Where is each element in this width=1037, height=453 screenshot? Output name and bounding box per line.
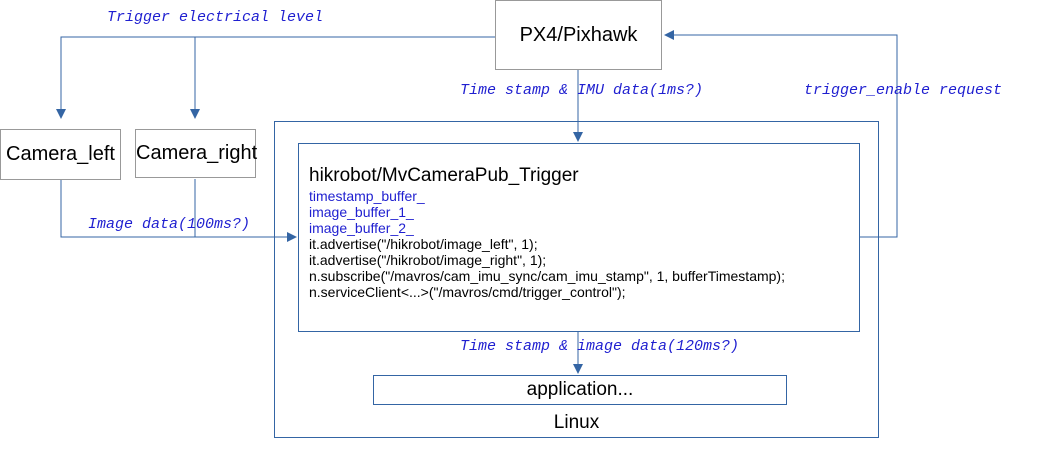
node-code: timestamp_buffer_ image_buffer_1_ image_…: [309, 188, 785, 300]
application-label: application...: [526, 379, 634, 400]
camera-left-box: Camera_left: [0, 129, 121, 180]
mvcamerapub-node-box: hikrobot/MvCameraPub_Trigger timestamp_b…: [298, 143, 860, 332]
trigger-enable-label: trigger_enable request: [804, 82, 1003, 99]
node-title: hikrobot/MvCameraPub_Trigger: [309, 165, 579, 186]
application-box: application...: [373, 375, 787, 405]
camera-left-label: Camera_left: [6, 143, 115, 165]
advertise-left-line: it.advertise("/hikrobot/image_left", 1);: [309, 236, 538, 252]
px4-pixhawk-box: PX4/Pixhawk: [495, 0, 662, 70]
service-client-line: n.serviceClient<...>("/mavros/cmd/trigge…: [309, 284, 626, 300]
trigger-arrow-left: [56, 36, 495, 119]
trigger-level-label: Trigger electrical level: [107, 9, 324, 26]
timestamp-buffer-line: timestamp_buffer_: [309, 188, 425, 204]
camera-right-label: Camera_right: [136, 142, 258, 164]
subscribe-line: n.subscribe("/mavros/cam_imu_sync/cam_im…: [309, 268, 785, 284]
image-buffer-2-line: image_buffer_2_: [309, 220, 414, 236]
px4-pixhawk-label: PX4/Pixhawk: [519, 24, 638, 46]
advertise-right-line: it.advertise("/hikrobot/image_right", 1)…: [309, 252, 547, 268]
image-data-label: Image data(100ms?): [88, 216, 251, 233]
linux-label: Linux: [553, 412, 600, 433]
imu-data-label: Time stamp & IMU data(1ms?): [460, 82, 704, 99]
image-buffer-1-line: image_buffer_1_: [309, 204, 414, 220]
camera-right-box: Camera_right: [135, 129, 258, 178]
image-out-label: Time stamp & image data(120ms?): [460, 338, 740, 355]
